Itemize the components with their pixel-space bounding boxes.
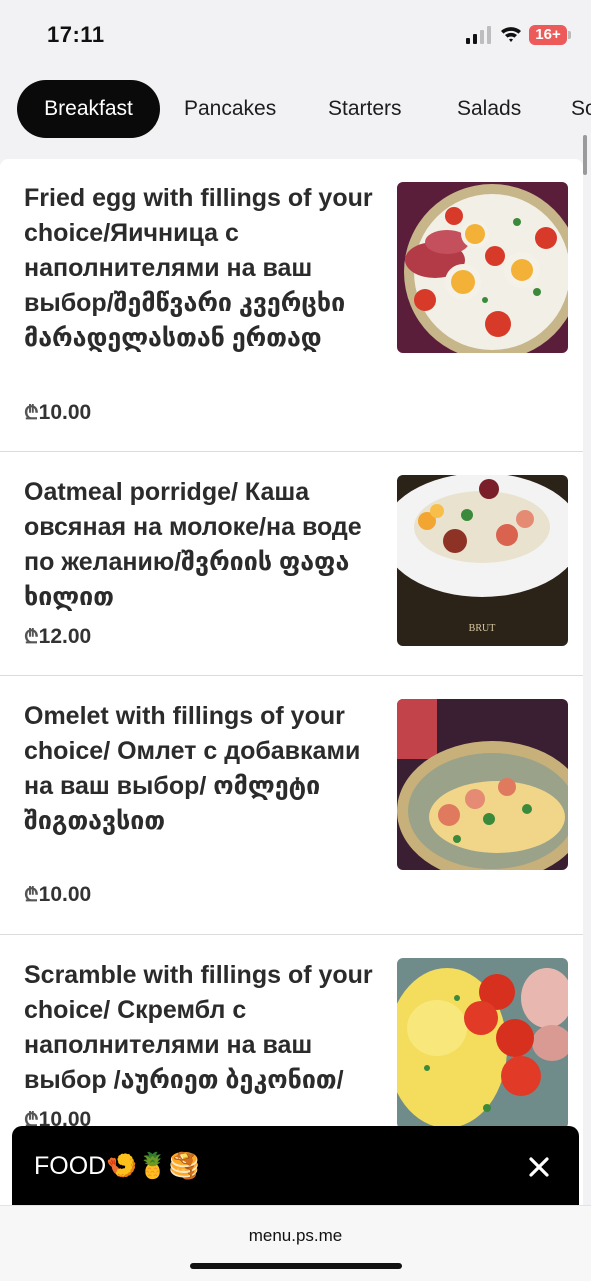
oatmeal-photo[interactable]: BRUT bbox=[397, 475, 568, 646]
currency-symbol: ₾ bbox=[24, 627, 39, 648]
battery-tip bbox=[568, 31, 571, 39]
tab-salads[interactable]: Salads bbox=[457, 80, 521, 138]
food-popup[interactable]: FOOD🍤🍍🥞 bbox=[12, 1126, 579, 1212]
status-time: 17:11 bbox=[47, 22, 105, 47]
category-tabs: Breakfast Pancakes Starters Salads So bbox=[0, 80, 591, 138]
price-value: 12.00 bbox=[38, 625, 92, 648]
menu-item-title: Oatmeal porridge/ Каша овсяная на молоке… bbox=[24, 478, 362, 611]
tab-pancakes[interactable]: Pancakes bbox=[184, 80, 276, 138]
fried-egg-photo[interactable] bbox=[397, 182, 568, 353]
battery-indicator: 16+ bbox=[529, 25, 567, 45]
menu-item-price: ₾10.00 bbox=[24, 399, 91, 425]
svg-text:BRUT: BRUT bbox=[469, 623, 496, 634]
scrollbar[interactable] bbox=[583, 135, 587, 175]
menu-item-title: Omelet with fillings of your choice/ Омл… bbox=[24, 702, 361, 835]
omelet-photo[interactable] bbox=[397, 699, 568, 870]
tab-breakfast[interactable]: Breakfast bbox=[17, 80, 160, 138]
menu-item[interactable]: Fried egg with fillings of your choice/Я… bbox=[0, 159, 583, 452]
menu-item-title: Scramble with fillings of your choice/ С… bbox=[24, 961, 373, 1094]
menu-item-price: ₾12.00 bbox=[24, 623, 91, 649]
popup-title: FOOD🍤🍍🥞 bbox=[34, 1152, 200, 1180]
tab-starters[interactable]: Starters bbox=[328, 80, 402, 138]
scramble-photo[interactable] bbox=[397, 958, 568, 1129]
menu-list: Fried egg with fillings of your choice/Я… bbox=[0, 159, 583, 1259]
price-value: 10.00 bbox=[38, 401, 92, 424]
cellular-signal-icon bbox=[466, 26, 491, 44]
tab-soups[interactable]: So bbox=[571, 80, 591, 138]
browser-bar: menu.ps.me bbox=[0, 1205, 591, 1281]
price-value: 10.00 bbox=[38, 883, 92, 906]
address-bar-url[interactable]: menu.ps.me bbox=[0, 1226, 591, 1246]
menu-item-price: ₾10.00 bbox=[24, 881, 91, 907]
close-icon[interactable] bbox=[522, 1150, 556, 1184]
wifi-icon bbox=[501, 27, 521, 42]
home-indicator[interactable] bbox=[190, 1263, 402, 1269]
status-bar: 17:11 16+ bbox=[0, 0, 591, 70]
currency-symbol: ₾ bbox=[24, 403, 39, 424]
menu-item[interactable]: Oatmeal porridge/ Каша овсяная на молоке… bbox=[0, 451, 583, 676]
menu-item-title: Fried egg with fillings of your choice/Я… bbox=[24, 184, 373, 352]
menu-item[interactable]: Omelet with fillings of your choice/ Омл… bbox=[0, 675, 583, 935]
currency-symbol: ₾ bbox=[24, 885, 39, 906]
